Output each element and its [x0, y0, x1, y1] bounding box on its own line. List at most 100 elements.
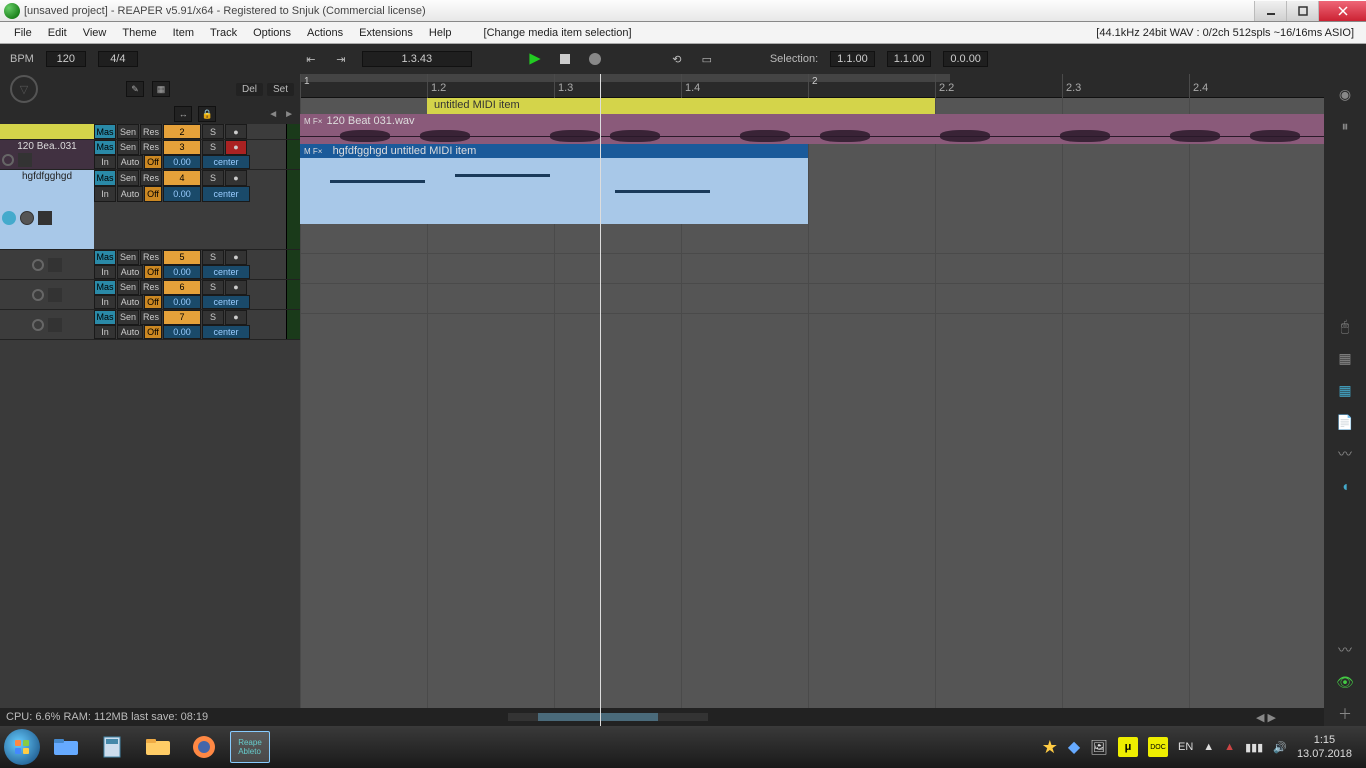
tray-picture-icon[interactable]: 🖼 — [1090, 739, 1108, 756]
track-name[interactable]: hgfdfgghgd — [0, 170, 94, 186]
pan-value[interactable]: center — [202, 155, 250, 170]
fx-icon[interactable] — [20, 211, 34, 225]
fx-icon[interactable] — [38, 211, 52, 225]
selection-end[interactable]: 1.1.00 — [887, 51, 932, 67]
selection-length[interactable]: 0.0.00 — [943, 51, 988, 67]
fx-icon[interactable] — [48, 288, 62, 302]
media-item-midi[interactable]: untitled MIDI item — [427, 98, 935, 114]
grid-tool-icon[interactable]: ▦ — [1333, 346, 1357, 370]
tray-lang[interactable]: EN — [1178, 741, 1193, 753]
goto-start-icon[interactable]: ⇤ — [302, 50, 320, 68]
taskbar-folder-icon[interactable] — [138, 731, 178, 763]
input-button[interactable]: In — [94, 155, 116, 170]
volume-value[interactable]: 0.00 — [163, 325, 201, 340]
menu-actions[interactable]: Actions — [299, 27, 351, 39]
mute-button[interactable]: ● — [225, 140, 247, 155]
solo-button[interactable]: S — [202, 280, 224, 295]
track-row[interactable]: MasSenRes5S●InAutoOff0.00center — [0, 250, 300, 280]
record-button[interactable] — [586, 50, 604, 68]
track-number[interactable]: 5 — [163, 250, 201, 265]
receives-button[interactable]: Res — [140, 140, 162, 155]
tray-clock[interactable]: 1:15 13.07.2018 — [1297, 733, 1352, 762]
sends-button[interactable]: Sen — [117, 250, 139, 265]
play-cursor[interactable] — [600, 74, 601, 726]
tray-volume-icon[interactable]: 🔊 — [1273, 741, 1287, 754]
set-button[interactable]: Set — [267, 83, 294, 96]
window-close[interactable] — [1318, 1, 1366, 21]
fx-icon[interactable] — [48, 258, 62, 272]
media-item-audio[interactable]: M F× 120 Beat 031.wav — [300, 114, 1324, 144]
track-number[interactable]: 4 — [163, 170, 201, 186]
pan-value[interactable]: center — [202, 265, 250, 280]
solo-button[interactable]: S — [202, 310, 224, 325]
sends-button[interactable]: Sen — [117, 280, 139, 295]
track-row[interactable]: MasSenRes6S●InAutoOff0.00center — [0, 280, 300, 310]
right-arrow-icon[interactable]: ► — [284, 109, 294, 120]
sends-button[interactable]: Sen — [117, 140, 139, 155]
taskbar-reaper-app[interactable]: ReapeAbleto — [230, 731, 270, 763]
track-number[interactable]: 6 — [163, 280, 201, 295]
track-number[interactable]: 2 — [163, 124, 201, 139]
mute-button[interactable]: ● — [225, 170, 247, 186]
tray-doc-icon[interactable]: DOC — [1148, 737, 1168, 757]
track-row[interactable]: 120 Bea..031MasSenRes3S●InAutoOff0.00cen… — [0, 140, 300, 170]
rec-arm-icon[interactable] — [32, 289, 44, 301]
audio-device-info[interactable]: [44.1kHz 24bit WAV : 0/2ch 512spls ~16/1… — [1096, 27, 1360, 39]
pan-value[interactable]: center — [202, 295, 250, 310]
receives-button[interactable]: Res — [140, 310, 162, 325]
taskbar-firefox-icon[interactable] — [184, 731, 224, 763]
input-button[interactable]: In — [94, 265, 116, 280]
automation-button[interactable]: Auto — [117, 155, 143, 170]
fx-icon[interactable] — [48, 318, 62, 332]
timeline-ruler[interactable]: 11.21.31.422.22.32.4 — [300, 74, 1324, 98]
master-send-button[interactable]: Mas — [94, 124, 116, 139]
doc-icon[interactable]: 📄 — [1333, 410, 1357, 434]
receives-button[interactable]: Res — [140, 124, 162, 139]
mute-button[interactable]: ● — [225, 124, 247, 139]
monitor-off-button[interactable]: Off — [144, 186, 162, 202]
snap-icon[interactable]: ▦ — [1333, 378, 1357, 402]
pan-value[interactable]: center — [202, 325, 250, 340]
play-button[interactable] — [526, 50, 544, 68]
taskbar-calc-icon[interactable] — [92, 731, 132, 763]
sends-button[interactable]: Sen — [117, 310, 139, 325]
track-row[interactable]: MasSenRes7S●InAutoOff0.00center — [0, 310, 300, 340]
mute-button[interactable]: ● — [225, 310, 247, 325]
automation-button[interactable]: Auto — [117, 265, 143, 280]
menu-edit[interactable]: Edit — [40, 27, 75, 39]
master-route-icon[interactable]: ▽ — [10, 75, 38, 103]
mute-button[interactable]: ● — [225, 280, 247, 295]
receives-button[interactable]: Res — [140, 280, 162, 295]
fx-icon[interactable] — [18, 153, 32, 167]
master-send-button[interactable]: Mas — [94, 170, 116, 186]
tray-flag-icon[interactable]: ▲ — [1224, 741, 1235, 753]
eye-icon[interactable]: 👁 — [1333, 670, 1357, 694]
menu-options[interactable]: Options — [245, 27, 299, 39]
monitor-off-button[interactable]: Off — [144, 155, 162, 170]
del-button[interactable]: Del — [236, 83, 263, 96]
monitor-off-button[interactable]: Off — [144, 325, 162, 340]
layout-icon[interactable]: ▦ — [152, 81, 170, 97]
left-arrow-icon[interactable]: ◄ — [268, 109, 278, 120]
track-name[interactable]: 120 Bea..031 — [0, 140, 94, 151]
pause-icon[interactable]: ⏸ — [1333, 114, 1357, 138]
menu-theme[interactable]: Theme — [114, 27, 164, 39]
tray-star-icon[interactable]: ★ — [1042, 737, 1058, 758]
zoom-out-icon[interactable]: ◀ ▶ — [1256, 711, 1276, 724]
edit-icon[interactable]: ✎ — [126, 81, 144, 97]
route-icon[interactable]: ◉ — [1333, 82, 1357, 106]
rec-arm-icon[interactable] — [2, 154, 14, 166]
tray-up-icon[interactable]: ▲ — [1203, 741, 1214, 753]
sends-button[interactable]: Sen — [117, 124, 139, 139]
solo-button[interactable]: S — [202, 250, 224, 265]
receives-button[interactable]: Res — [140, 170, 162, 186]
wave-icon[interactable]: 〰 — [1333, 442, 1357, 466]
pan-value[interactable]: center — [202, 186, 250, 202]
mouse-icon[interactable]: 🖱 — [1333, 314, 1357, 338]
expand-icon[interactable]: ↔ — [174, 106, 192, 122]
input-button[interactable]: In — [94, 325, 116, 340]
window-maximize[interactable] — [1286, 1, 1318, 21]
solo-button[interactable]: S — [202, 170, 224, 186]
master-send-button[interactable]: Mas — [94, 140, 116, 155]
volume-value[interactable]: 0.00 — [163, 295, 201, 310]
